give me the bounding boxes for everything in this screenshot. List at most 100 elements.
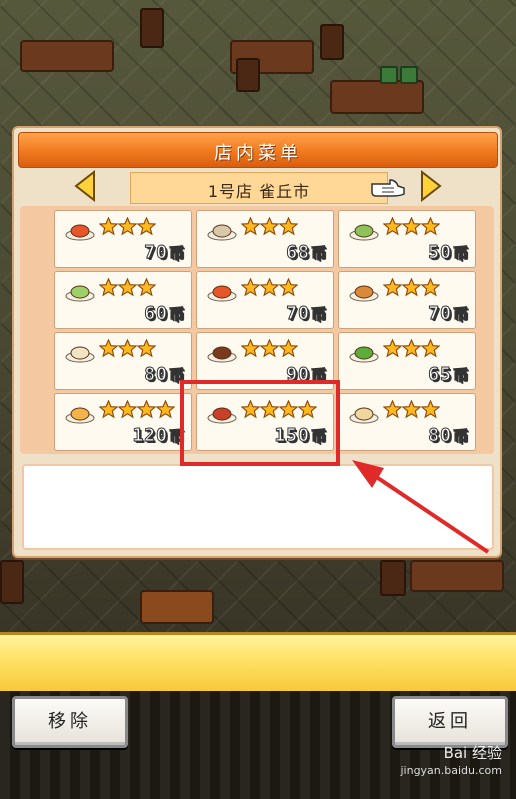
star-icon	[278, 216, 299, 237]
star-icon	[401, 338, 422, 359]
star-icon	[382, 277, 403, 298]
star-icon	[278, 338, 299, 359]
pointing-hand-icon	[371, 179, 405, 197]
soup-bowl-icon	[207, 224, 237, 241]
green-dish-icon	[65, 285, 95, 302]
menu-item[interactable]: 70币	[54, 210, 192, 268]
rating-stars	[382, 399, 441, 420]
dumpling-dish-icon	[349, 407, 379, 424]
menu-item[interactable]: 70币	[196, 271, 334, 329]
menu-item[interactable]: 70币	[338, 271, 476, 329]
price-value: 70	[286, 303, 310, 325]
menu-item[interactable]: 50币	[338, 210, 476, 268]
price-unit: 币	[168, 244, 185, 263]
star-icon	[98, 399, 119, 420]
item-price: 70币	[286, 303, 327, 325]
item-price: 120币	[132, 425, 185, 447]
price-unit: 币	[310, 244, 327, 263]
rating-stars	[98, 277, 157, 298]
star-icon	[117, 338, 138, 359]
price-value: 80	[144, 364, 168, 386]
price-value: 70	[428, 303, 452, 325]
rating-stars	[240, 338, 299, 359]
price-unit: 币	[452, 305, 469, 324]
price-unit: 币	[452, 366, 469, 385]
menu-item[interactable]: 120币	[54, 393, 192, 451]
rating-stars	[382, 277, 441, 298]
star-icon	[259, 277, 280, 298]
rating-stars	[98, 338, 157, 359]
shop-menu-panel: 店内菜单 1号店 雀丘市 70币 68币 50币 60币 70币 70币 80币 90币 65币…	[12, 126, 502, 558]
rating-stars	[240, 216, 299, 237]
star-icon	[420, 216, 441, 237]
item-price: 65币	[428, 364, 469, 386]
watermark: Bai 经验 jingyan.baidu.com	[400, 744, 502, 780]
star-icon	[401, 277, 422, 298]
remove-button[interactable]: 移除	[12, 696, 128, 748]
item-price: 80币	[144, 364, 185, 386]
star-icon	[98, 216, 119, 237]
watermark-brand: Bai 经验	[443, 744, 502, 762]
star-icon	[259, 216, 280, 237]
star-icon	[98, 277, 119, 298]
salad-dish-icon	[349, 224, 379, 241]
item-price: 70币	[144, 242, 185, 264]
menu-item[interactable]: 80币	[54, 332, 192, 390]
star-icon	[278, 277, 299, 298]
star-icon	[155, 399, 176, 420]
store-selector: 1号店 雀丘市	[130, 172, 388, 204]
item-price: 68币	[286, 242, 327, 264]
menu-item[interactable]: 80币	[338, 393, 476, 451]
menu-item[interactable]: 68币	[196, 210, 334, 268]
item-price: 70币	[428, 303, 469, 325]
menu-item[interactable]: 65币	[338, 332, 476, 390]
rating-stars	[382, 216, 441, 237]
fried-dish-icon	[349, 285, 379, 302]
spaghetti-dish-icon	[207, 285, 237, 302]
star-icon	[401, 399, 422, 420]
item-price: 50币	[428, 242, 469, 264]
star-icon	[136, 338, 157, 359]
price-value: 120	[132, 425, 168, 447]
star-icon	[382, 399, 403, 420]
star-icon	[420, 338, 441, 359]
price-unit: 币	[310, 305, 327, 324]
price-value: 65	[428, 364, 452, 386]
message-bar	[0, 632, 516, 694]
price-unit: 币	[168, 305, 185, 324]
rating-stars	[98, 216, 157, 237]
rating-stars	[382, 338, 441, 359]
menu-item[interactable]: 60币	[54, 271, 192, 329]
star-icon	[240, 216, 261, 237]
omelette-dish-icon	[65, 407, 95, 424]
dish-description-box	[22, 464, 494, 550]
vegetable-dish-icon	[349, 346, 379, 363]
price-value: 50	[428, 242, 452, 264]
price-value: 80	[428, 425, 452, 447]
star-icon	[382, 216, 403, 237]
price-unit: 币	[452, 427, 469, 446]
panel-title: 店内菜单	[214, 143, 302, 164]
star-icon	[420, 399, 441, 420]
star-icon	[382, 338, 403, 359]
price-value: 68	[286, 242, 310, 264]
star-icon	[259, 338, 280, 359]
star-icon	[136, 277, 157, 298]
highlight-box	[180, 380, 340, 466]
steak-dish-icon	[207, 346, 237, 363]
next-store-arrow-icon[interactable]	[418, 170, 444, 202]
star-icon	[240, 338, 261, 359]
item-price: 60币	[144, 303, 185, 325]
star-icon	[117, 277, 138, 298]
cream-dish-icon	[65, 346, 95, 363]
back-button[interactable]: 返回	[392, 696, 508, 748]
star-icon	[136, 399, 157, 420]
prev-store-arrow-icon[interactable]	[72, 170, 98, 202]
item-price: 80币	[428, 425, 469, 447]
panel-header: 店内菜单	[18, 132, 498, 168]
rating-stars	[98, 399, 176, 420]
pasta-dish-icon	[65, 224, 95, 241]
price-value: 60	[144, 303, 168, 325]
star-icon	[117, 216, 138, 237]
price-value: 70	[144, 242, 168, 264]
